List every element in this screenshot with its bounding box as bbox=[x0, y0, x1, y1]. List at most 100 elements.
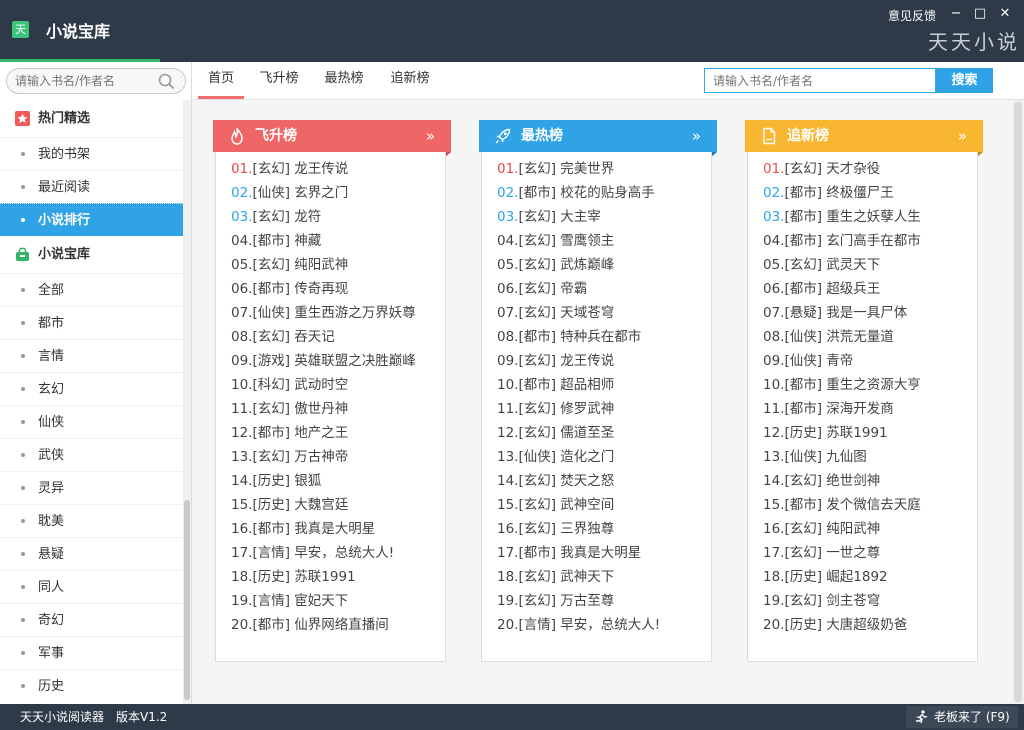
sidebar-item-ranking[interactable]: 小说排行 bbox=[0, 203, 183, 236]
list-item[interactable]: 04.[都市] 神藏 bbox=[216, 229, 445, 253]
list-item[interactable]: 13.[仙侠] 九仙图 bbox=[748, 445, 977, 469]
list-item[interactable]: 10.[都市] 重生之资源大亨 bbox=[748, 373, 977, 397]
tab-latest[interactable]: 追新榜 bbox=[386, 62, 434, 99]
list-item[interactable]: 16.[玄幻] 纯阳武神 bbox=[748, 517, 977, 541]
list-item[interactable]: 05.[玄幻] 纯阳武神 bbox=[216, 253, 445, 277]
list-item[interactable]: 03.[玄幻] 大主宰 bbox=[482, 205, 711, 229]
sidebar-scroll-thumb[interactable] bbox=[184, 500, 190, 700]
main-scrollbar[interactable] bbox=[1012, 100, 1024, 704]
sidebar-search-input[interactable] bbox=[15, 72, 155, 90]
list-item[interactable]: 19.[玄幻] 剑主苍穹 bbox=[748, 589, 977, 613]
sidebar-item-urban[interactable]: 都市 bbox=[0, 306, 183, 339]
list-item[interactable]: 14.[玄幻] 焚天之怒 bbox=[482, 469, 711, 493]
list-item[interactable]: 15.[玄幻] 武神空间 bbox=[482, 493, 711, 517]
list-item[interactable]: 07.[仙侠] 重生西游之万界妖尊 bbox=[216, 301, 445, 325]
list-item[interactable]: 18.[历史] 苏联1991 bbox=[216, 565, 445, 589]
list-item[interactable]: 08.[玄幻] 吞天记 bbox=[216, 325, 445, 349]
list-item[interactable]: 02.[都市] 终极僵尸王 bbox=[748, 181, 977, 205]
list-item[interactable]: 05.[玄幻] 武炼巅峰 bbox=[482, 253, 711, 277]
list-item[interactable]: 15.[历史] 大魏宫廷 bbox=[216, 493, 445, 517]
panel-title: 飞升榜 bbox=[255, 128, 297, 144]
list-item[interactable]: 01.[玄幻] 天才杂役 bbox=[748, 157, 977, 181]
list-item[interactable]: 11.[都市] 深海开发商 bbox=[748, 397, 977, 421]
list-item[interactable]: 05.[玄幻] 武灵天下 bbox=[748, 253, 977, 277]
list-item[interactable]: 18.[历史] 崛起1892 bbox=[748, 565, 977, 589]
list-item[interactable]: 11.[玄幻] 修罗武神 bbox=[482, 397, 711, 421]
list-item[interactable]: 01.[玄幻] 完美世界 bbox=[482, 157, 711, 181]
list-item[interactable]: 07.[玄幻] 天域苍穹 bbox=[482, 301, 711, 325]
list-item[interactable]: 10.[科幻] 武动时空 bbox=[216, 373, 445, 397]
list-item[interactable]: 15.[都市] 发个微信去天庭 bbox=[748, 493, 977, 517]
tab-home[interactable]: 首页 bbox=[198, 62, 244, 99]
boss-key-button[interactable]: 老板来了 (F9) bbox=[906, 706, 1018, 728]
maximize-button[interactable]: □ bbox=[969, 4, 991, 24]
list-item[interactable]: 17.[玄幻] 一世之尊 bbox=[748, 541, 977, 565]
list-item[interactable]: 09.[玄幻] 龙王传说 bbox=[482, 349, 711, 373]
list-item[interactable]: 16.[都市] 我真是大明星 bbox=[216, 517, 445, 541]
list-item[interactable]: 04.[玄幻] 雪鹰领主 bbox=[482, 229, 711, 253]
sidebar-item-fantasy[interactable]: 玄幻 bbox=[0, 372, 183, 405]
list-item[interactable]: 08.[都市] 特种兵在都市 bbox=[482, 325, 711, 349]
list-item[interactable]: 20.[都市] 仙界网络直播间 bbox=[216, 613, 445, 637]
list-item[interactable]: 10.[都市] 超品相师 bbox=[482, 373, 711, 397]
section-library: 小说宝库 bbox=[0, 236, 183, 273]
main-scroll-thumb[interactable] bbox=[1014, 102, 1022, 702]
list-item[interactable]: 16.[玄幻] 三界独尊 bbox=[482, 517, 711, 541]
tab-rising[interactable]: 飞升榜 bbox=[255, 62, 303, 99]
list-item[interactable]: 02.[都市] 校花的贴身高手 bbox=[482, 181, 711, 205]
rank-title: [玄幻] 龙王传说 bbox=[252, 161, 349, 177]
sidebar-item-history[interactable]: 历史 bbox=[0, 669, 183, 702]
sidebar-item-fanfiction[interactable]: 同人 bbox=[0, 570, 183, 603]
list-item[interactable]: 12.[历史] 苏联1991 bbox=[748, 421, 977, 445]
sidebar-item-supernatural[interactable]: 灵异 bbox=[0, 471, 183, 504]
sidebar-item-romance[interactable]: 言情 bbox=[0, 339, 183, 372]
list-item[interactable]: 03.[都市] 重生之妖孽人生 bbox=[748, 205, 977, 229]
list-item[interactable]: 20.[历史] 大唐超级奶爸 bbox=[748, 613, 977, 637]
close-button[interactable]: ✕ bbox=[994, 4, 1016, 24]
list-item[interactable]: 13.[玄幻] 万古神帝 bbox=[216, 445, 445, 469]
more-chevron-icon[interactable]: » bbox=[692, 120, 701, 152]
list-item[interactable]: 19.[玄幻] 万古至尊 bbox=[482, 589, 711, 613]
more-chevron-icon[interactable]: » bbox=[426, 120, 435, 152]
sidebar-item-recent[interactable]: 最近阅读 bbox=[0, 170, 183, 203]
minimize-button[interactable]: − bbox=[945, 4, 967, 24]
sidebar-item-magic[interactable]: 奇幻 bbox=[0, 603, 183, 636]
list-item[interactable]: 06.[都市] 超级兵王 bbox=[748, 277, 977, 301]
search-icon[interactable] bbox=[158, 73, 175, 90]
list-item[interactable]: 17.[都市] 我真是大明星 bbox=[482, 541, 711, 565]
list-item[interactable]: 09.[仙侠] 青帝 bbox=[748, 349, 977, 373]
list-item[interactable]: 14.[玄幻] 绝世剑神 bbox=[748, 469, 977, 493]
list-item[interactable]: 04.[都市] 玄门高手在都市 bbox=[748, 229, 977, 253]
feedback-link[interactable]: 意见反馈 bbox=[888, 7, 936, 24]
list-item[interactable]: 02.[仙侠] 玄界之门 bbox=[216, 181, 445, 205]
sidebar-item-mystery[interactable]: 悬疑 bbox=[0, 537, 183, 570]
more-chevron-icon[interactable]: » bbox=[958, 120, 967, 152]
list-item[interactable]: 01.[玄幻] 龙王传说 bbox=[216, 157, 445, 181]
list-item[interactable]: 06.[都市] 传奇再现 bbox=[216, 277, 445, 301]
list-item[interactable]: 07.[悬疑] 我是一具尸体 bbox=[748, 301, 977, 325]
list-item[interactable]: 18.[玄幻] 武神天下 bbox=[482, 565, 711, 589]
sidebar-item-wuxia[interactable]: 武侠 bbox=[0, 438, 183, 471]
list-item[interactable]: 11.[玄幻] 傲世丹神 bbox=[216, 397, 445, 421]
list-item[interactable]: 19.[言情] 宦妃天下 bbox=[216, 589, 445, 613]
sidebar-scrollbar[interactable] bbox=[183, 100, 191, 704]
list-item[interactable]: 12.[都市] 地产之王 bbox=[216, 421, 445, 445]
sidebar-item-danmei[interactable]: 耽美 bbox=[0, 504, 183, 537]
search-button[interactable]: 搜索 bbox=[936, 68, 993, 93]
sidebar-item-bookshelf[interactable]: 我的书架 bbox=[0, 137, 183, 170]
list-item[interactable]: 09.[游戏] 英雄联盟之决胜巅峰 bbox=[216, 349, 445, 373]
list-item[interactable]: 13.[仙侠] 造化之门 bbox=[482, 445, 711, 469]
list-item[interactable]: 03.[玄幻] 龙符 bbox=[216, 205, 445, 229]
list-item[interactable]: 14.[历史] 银狐 bbox=[216, 469, 445, 493]
top-search-input[interactable] bbox=[704, 68, 936, 93]
sidebar-item-xianxia[interactable]: 仙侠 bbox=[0, 405, 183, 438]
list-item[interactable]: 08.[仙侠] 洪荒无量道 bbox=[748, 325, 977, 349]
list-item[interactable]: 06.[玄幻] 帝霸 bbox=[482, 277, 711, 301]
list-item[interactable]: 20.[言情] 早安，总统大人! bbox=[482, 613, 711, 637]
list-item[interactable]: 17.[言情] 早安，总统大人! bbox=[216, 541, 445, 565]
sidebar: 热门精选 我的书架 最近阅读 小说排行 小说宝库 全部 都市 言情 玄幻 仙侠 … bbox=[0, 62, 192, 704]
sidebar-item-all[interactable]: 全部 bbox=[0, 273, 183, 306]
list-item[interactable]: 12.[玄幻] 儒道至圣 bbox=[482, 421, 711, 445]
sidebar-item-military[interactable]: 军事 bbox=[0, 636, 183, 669]
tab-hottest[interactable]: 最热榜 bbox=[320, 62, 368, 99]
